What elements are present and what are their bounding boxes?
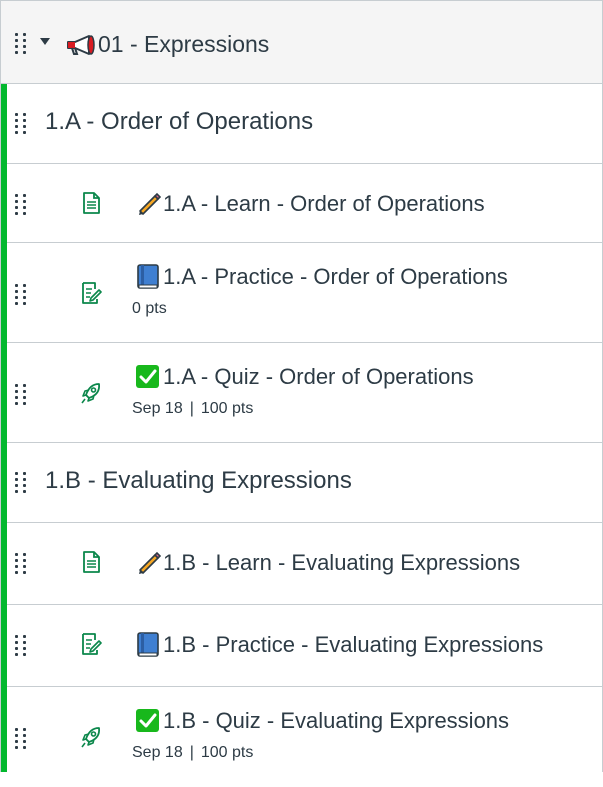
check-icon: [136, 365, 159, 388]
rocket-icon: [81, 727, 101, 748]
points-possible: 0 pts: [132, 300, 167, 317]
module-items: 1.A - Order of Operations 1.A - Learn - …: [1, 84, 603, 772]
pencil-icon: [139, 551, 161, 574]
module-item-page[interactable]: 1.B - Learn - Evaluating Expressions: [7, 523, 603, 605]
item-title-text[interactable]: 1.A - Practice - Order of Operations: [163, 264, 508, 290]
due-date: Sep 18: [132, 744, 183, 761]
item-title-link[interactable]: 1.B - Learn - Evaluating Expressions: [134, 549, 520, 576]
item-details: 0 pts: [132, 300, 167, 318]
module-title[interactable]: 01 - Expressions: [98, 31, 269, 58]
course-module: 01 - Expressions 1.A - Order of Operatio…: [0, 0, 603, 772]
due-date: Sep 18: [132, 400, 183, 417]
subheader-row: 1.B - Evaluating Expressions: [7, 443, 603, 523]
module-item-assignment[interactable]: 1.B - Practice - Evaluating Expressions: [7, 605, 603, 687]
subheader-row: 1.A - Order of Operations: [7, 84, 603, 164]
details-separator: |: [189, 744, 194, 761]
assignment-icon: [82, 282, 102, 304]
item-details: Sep 18 | 100 pts: [132, 744, 253, 762]
drag-handle-icon[interactable]: [15, 284, 27, 306]
module-item-page[interactable]: 1.A - Learn - Order of Operations: [7, 164, 603, 243]
megaphone-icon: [67, 35, 95, 55]
module-item-quiz[interactable]: 1.A - Quiz - Order of Operations Sep 18 |…: [7, 343, 603, 443]
points-possible: 100 pts: [200, 400, 254, 417]
subheader-title: 1.A - Order of Operations: [45, 108, 314, 135]
module-item-quiz[interactable]: 1.B - Quiz - Evaluating Expressions Sep …: [7, 687, 603, 787]
item-title-text[interactable]: 1.B - Learn - Evaluating Expressions: [163, 550, 520, 576]
document-icon: [83, 192, 100, 214]
module-header[interactable]: 01 - Expressions: [1, 0, 602, 84]
points-possible: 100 pts: [200, 744, 254, 761]
drag-handle-icon[interactable]: [15, 728, 27, 750]
details-separator: |: [189, 400, 194, 417]
item-title-link[interactable]: 1.A - Quiz - Order of Operations: [134, 363, 474, 390]
item-title-text[interactable]: 1.A - Quiz - Order of Operations: [163, 364, 474, 390]
book-icon: [137, 264, 159, 289]
book-icon: [137, 632, 159, 657]
drag-handle-icon[interactable]: [15, 194, 27, 216]
caret-down-icon[interactable]: [40, 38, 50, 45]
item-title-link[interactable]: 1.A - Learn - Order of Operations: [134, 190, 485, 217]
item-title-link[interactable]: 1.A - Practice - Order of Operations: [134, 263, 508, 290]
assignment-icon: [82, 633, 102, 655]
item-title-text[interactable]: 1.B - Quiz - Evaluating Expressions: [163, 708, 509, 734]
drag-handle-icon[interactable]: [15, 33, 27, 55]
drag-handle-icon[interactable]: [15, 635, 27, 657]
item-title-text[interactable]: 1.A - Learn - Order of Operations: [163, 191, 485, 217]
item-title-link[interactable]: 1.B - Quiz - Evaluating Expressions: [134, 707, 509, 734]
rocket-icon: [81, 383, 101, 404]
module-item-assignment[interactable]: 1.A - Practice - Order of Operations 0 p…: [7, 243, 603, 343]
item-details: Sep 18 | 100 pts: [132, 400, 253, 418]
drag-handle-icon[interactable]: [15, 553, 27, 575]
document-icon: [83, 551, 100, 573]
drag-handle-icon[interactable]: [15, 472, 27, 494]
check-icon: [136, 709, 159, 732]
subheader-title: 1.B - Evaluating Expressions: [45, 467, 352, 494]
item-title-text[interactable]: 1.B - Practice - Evaluating Expressions: [163, 632, 543, 658]
drag-handle-icon[interactable]: [15, 113, 27, 135]
item-title-link[interactable]: 1.B - Practice - Evaluating Expressions: [134, 631, 543, 658]
drag-handle-icon[interactable]: [15, 384, 27, 406]
pencil-icon: [139, 192, 161, 215]
